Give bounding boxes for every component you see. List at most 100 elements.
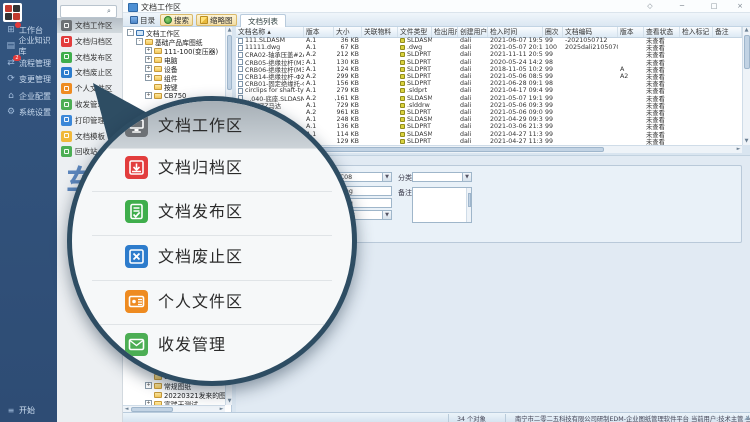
column-header[interactable]: 版本 [618, 27, 644, 37]
table-cell: SLDASM [398, 95, 432, 102]
folder-icon [154, 66, 162, 72]
rail-item-knowledge-base[interactable]: ▤ 企业知识库 [0, 38, 57, 54]
table-cell: SLDPRT [398, 80, 432, 87]
remarks-scrollbar[interactable] [466, 188, 471, 222]
remarks-textarea[interactable] [412, 187, 472, 223]
table-cell: 2021-05-06 09:00:27 [488, 109, 543, 116]
sidebar-item[interactable]: 文档工作区 [57, 18, 123, 33]
table-cell: 124 KB [334, 66, 362, 73]
table-cell: A.2 [304, 51, 334, 58]
folder-icon [154, 392, 162, 398]
table-cell: 99 [543, 37, 563, 44]
table-cell: .dwg [398, 44, 432, 51]
magnifier-bubble: 文档工作区 文档归档区 文档发布区 文档废止区 个人文件区 收发管理 [67, 96, 357, 386]
filetype-icon [400, 124, 405, 129]
tree-expander[interactable]: - [127, 29, 134, 36]
folder-icon [154, 383, 162, 389]
table-cell: A.2 [304, 73, 334, 80]
column-header[interactable]: 备注 [713, 27, 742, 37]
table-cell: SLDASM [398, 131, 432, 138]
document-icon [238, 81, 243, 87]
table-cell: dali [458, 80, 488, 87]
bubble-item-send-receive[interactable]: 收发管理 [158, 333, 226, 356]
tree-expander[interactable]: - [136, 38, 143, 45]
system-settings-icon: ⚙ [5, 107, 17, 117]
document-archive-icon [125, 156, 148, 179]
column-header[interactable]: 版本 [304, 27, 334, 37]
filetype-icon [400, 81, 405, 86]
search-icon[interactable]: ⌕ [107, 8, 114, 15]
tab-document-workspace[interactable]: 文档工作区 [128, 1, 181, 13]
send-receive-icon [125, 333, 148, 356]
column-header[interactable]: 关联物料 [362, 27, 398, 37]
table-cell: dali [458, 59, 488, 66]
filetype-icon [400, 52, 405, 57]
module-icon [61, 20, 72, 31]
table-cell: dali [458, 73, 488, 80]
table-cell: 156 KB [334, 80, 362, 87]
close-button[interactable]: × [730, 2, 750, 11]
column-header[interactable]: 文档名称 ▴ [236, 27, 304, 37]
left-nav-rail: ⊞ 工作台 ▤ 企业知识库 ⇄2 流程管理 ⟳ 变更管理 ⌂ 企业配置 ⚙ 系统… [0, 0, 57, 422]
column-header[interactable]: 检出用户 [432, 27, 458, 37]
filetype-icon [400, 38, 405, 43]
table-cell: 99 [543, 116, 563, 123]
table-cell: 2021-05-07 20:17:55 [488, 44, 543, 51]
table-cell: 2021-04-17 09:42:47 [488, 87, 543, 94]
bubble-item-doc-workspace[interactable]: 文档工作区 [158, 114, 243, 137]
document-publish-icon [125, 200, 148, 223]
skin-button[interactable]: ◇ [640, 2, 660, 11]
column-header[interactable]: 文件类型 [398, 27, 432, 37]
rail-item-process-mgmt[interactable]: ⇄2 流程管理 [0, 55, 57, 71]
bubble-item-doc-archive[interactable]: 文档归档区 [158, 156, 243, 179]
document-workspace-icon [125, 114, 148, 137]
tree-expander[interactable]: + [145, 382, 152, 389]
dropdown-button[interactable]: ▼ [382, 211, 391, 219]
dropdown-button[interactable]: ▼ [382, 173, 391, 181]
category-select[interactable]: ▼ [412, 172, 472, 182]
document-icon [238, 38, 243, 44]
sidebar-item[interactable]: 文档归档区 [57, 34, 123, 49]
object-count: 34 个对象 [457, 414, 486, 422]
bubble-item-doc-void[interactable]: 文档废止区 [158, 245, 243, 268]
enterprise-config-icon: ⌂ [5, 91, 17, 101]
thumbnail-toggle-button[interactable]: 缩略图 [196, 14, 237, 26]
maximize-button[interactable]: □ [704, 2, 724, 11]
sidebar-item[interactable]: 文档发布区 [57, 50, 123, 65]
tree-expander[interactable]: + [145, 65, 152, 72]
search-toggle-button[interactable]: 搜索 [160, 14, 193, 26]
tree-expander[interactable]: + [145, 47, 152, 54]
resize-grip[interactable]: ◢ [744, 414, 749, 421]
minimize-button[interactable]: ─ [672, 2, 692, 11]
column-header[interactable]: 检入标记 [680, 27, 713, 37]
column-header[interactable]: 圈次 [543, 27, 563, 37]
table-cell: dali [458, 66, 488, 73]
document-void-icon [125, 245, 148, 268]
rail-item-change-mgmt[interactable]: ⟳ 变更管理 [0, 71, 57, 87]
table-cell: 98 [543, 59, 563, 66]
rail-item-label: 变更管理 [19, 74, 51, 85]
table-cell: 未查看 [644, 137, 680, 145]
tree-item[interactable]: +111-100(变压器) [145, 46, 218, 55]
rail-item-system-settings[interactable]: ⚙ 系统设置 [0, 104, 57, 120]
column-header[interactable]: 大小 [334, 27, 362, 37]
tree-expander[interactable]: + [145, 56, 152, 63]
table-cell: 111.SLDASM [236, 37, 304, 44]
column-header[interactable]: 文档编码 [563, 27, 618, 37]
rail-item-enterprise-config[interactable]: ⌂ 企业配置 [0, 88, 57, 104]
column-header[interactable]: 检入时间 [488, 27, 543, 37]
rail-item-label: 企业知识库 [19, 35, 57, 57]
sidebar-search-input[interactable]: ⌕ [60, 5, 117, 18]
rail-item-label: 工作台 [19, 25, 43, 36]
column-header[interactable]: 创建用户 [458, 27, 488, 37]
start-label: 开始 [19, 405, 35, 416]
start-button[interactable]: ≡ 开始 [0, 402, 57, 418]
table-cell: 2025dali210507001 [563, 44, 618, 51]
dropdown-button[interactable]: ▼ [462, 173, 471, 181]
bubble-item-doc-publish[interactable]: 文档发布区 [158, 200, 243, 223]
filetype-icon [400, 67, 405, 72]
tab-document-list[interactable]: 文档列表 [240, 14, 286, 27]
table-vertical-scrollbar[interactable]: ▲ ▼ [742, 27, 750, 145]
directory-button[interactable]: 目录 [127, 14, 158, 26]
bubble-item-personal-files[interactable]: 个人文件区 [158, 290, 243, 313]
